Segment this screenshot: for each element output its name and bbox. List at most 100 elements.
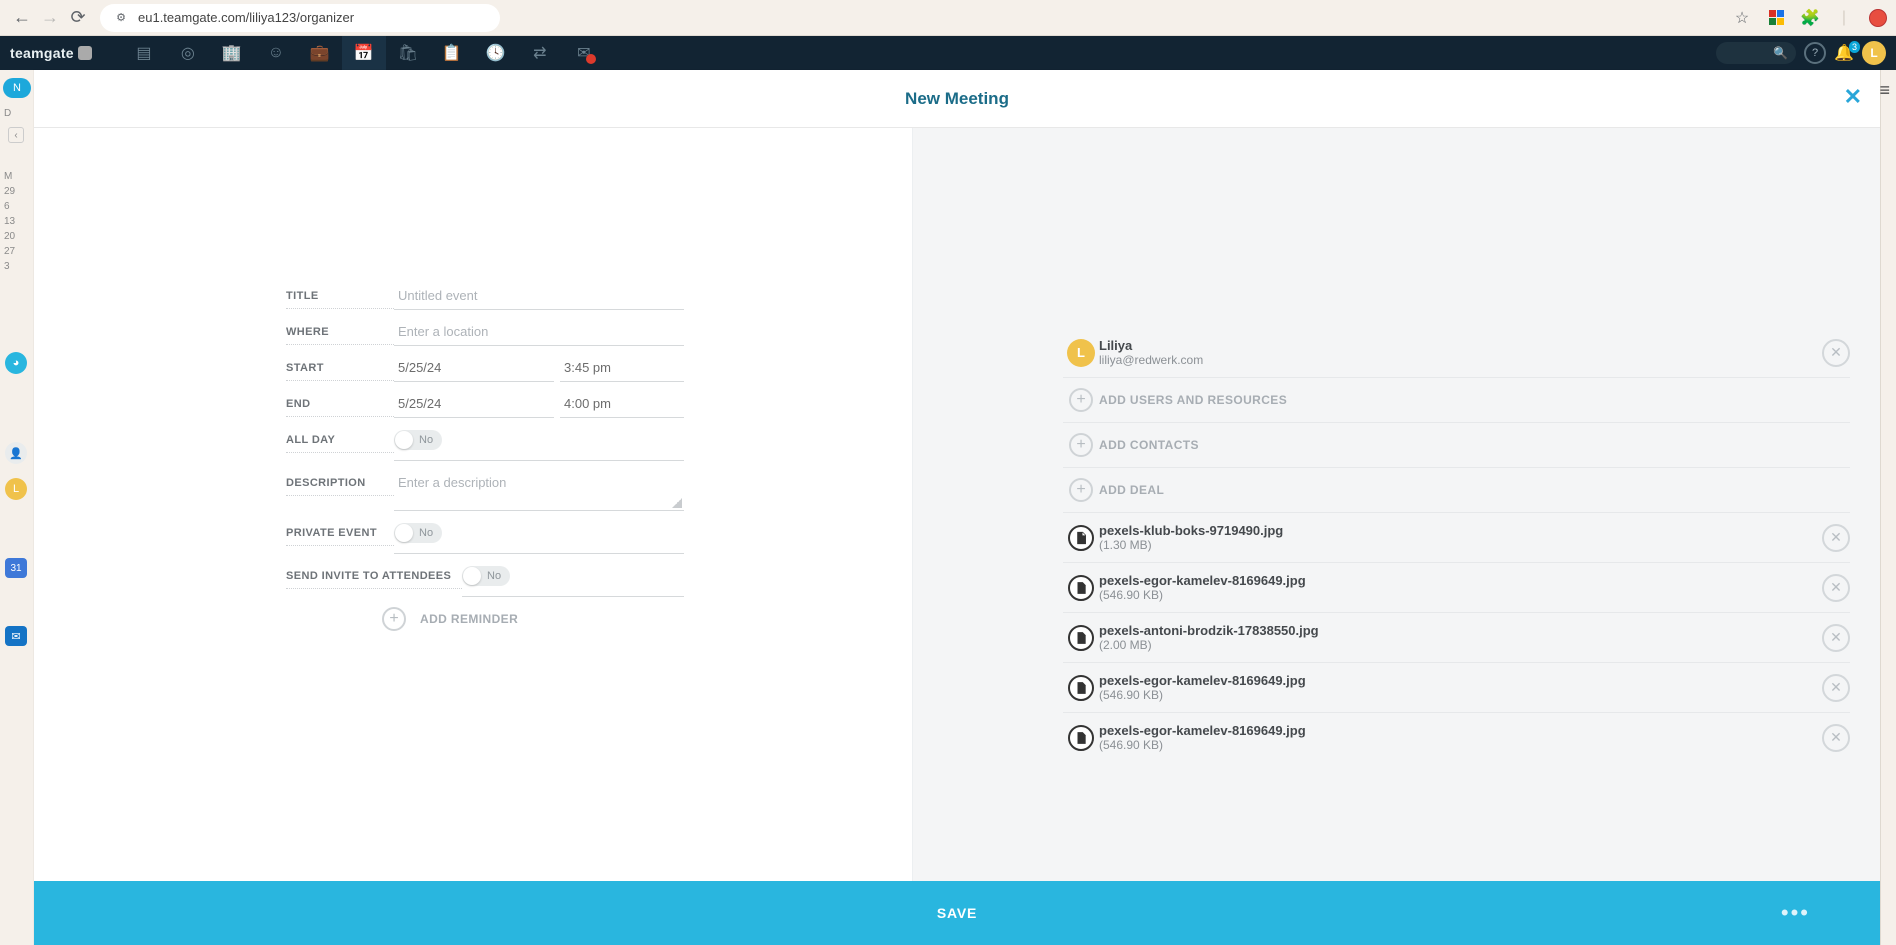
attachment-name: pexels-klub-boks-9719490.jpg <box>1099 523 1822 538</box>
people-chip-icon[interactable]: 👤 <box>5 442 27 464</box>
start-time-input[interactable]: 3:45 pm <box>560 354 684 382</box>
label-allday: ALL DAY <box>286 426 394 453</box>
nav-calendar-icon[interactable]: 📅 <box>342 36 386 70</box>
remove-attachment-button[interactable]: ✕ <box>1822 524 1850 552</box>
nav-target-icon[interactable]: ◎ <box>166 36 210 70</box>
attachment-icon <box>1068 625 1094 651</box>
add-contacts-button[interactable]: + ADD CONTACTS <box>1063 423 1850 468</box>
under-left-strip: N D ‹ M 29 6 13 20 27 3 ◕ 👤 L 31 ✉ <box>0 70 34 945</box>
form-pane: TITLE Untitled event WHERE Enter a locat… <box>34 128 912 881</box>
end-date-input[interactable]: 5/25/24 <box>394 390 554 418</box>
attachment-name: pexels-egor-kamelev-8169649.jpg <box>1099 723 1822 738</box>
hamburger-icon[interactable]: ≡ <box>1879 80 1890 101</box>
new-meeting-modal: New Meeting ✕ TITLE Untitled event WHERE… <box>34 70 1880 945</box>
star-icon[interactable]: ☆ <box>1732 8 1752 28</box>
label-description: DESCRIPTION <box>286 469 394 496</box>
reload-button[interactable]: ⟳ <box>64 4 92 32</box>
extensions-icon[interactable]: 🧩 <box>1800 8 1820 28</box>
under-day-label: D <box>0 106 34 121</box>
app-logo[interactable]: teamgate <box>10 45 92 61</box>
cal-row: 20 <box>0 229 34 244</box>
remove-attachment-button[interactable]: ✕ <box>1822 574 1850 602</box>
side-pane: L Liliya liliya@redwerk.com ✕ + ADD USER… <box>912 128 1880 881</box>
separator-icon: | <box>1834 8 1854 28</box>
add-users-button[interactable]: + ADD USERS AND RESOURCES <box>1063 378 1850 423</box>
remove-attendee-button[interactable]: ✕ <box>1822 339 1850 367</box>
start-date-input[interactable]: 5/25/24 <box>394 354 554 382</box>
nav-briefcase-icon[interactable]: 💼 <box>298 36 342 70</box>
nav-people-icon[interactable]: ☺ <box>254 36 298 70</box>
team-chip-icon[interactable]: ◕ <box>5 352 27 374</box>
allday-toggle[interactable]: No <box>394 430 442 450</box>
close-button[interactable]: ✕ <box>1844 84 1862 110</box>
under-right-strip: ≡ <box>1880 70 1896 945</box>
cal-row: 3 <box>0 259 34 274</box>
label-start: START <box>286 354 394 381</box>
location-input[interactable]: Enter a location <box>394 318 684 346</box>
site-info-icon[interactable]: ⚙ <box>112 9 130 27</box>
forward-button[interactable]: → <box>36 4 64 32</box>
attachment-size: (1.30 MB) <box>1099 538 1822 552</box>
attachment-size: (546.90 KB) <box>1099 738 1822 752</box>
new-event-button[interactable]: N <box>3 78 31 98</box>
nav-dashboard-icon[interactable]: ▤ <box>122 36 166 70</box>
title-input[interactable]: Untitled event <box>394 282 684 310</box>
plus-icon: + <box>382 607 406 631</box>
help-button[interactable]: ? <box>1804 42 1826 64</box>
attachment-row: pexels-egor-kamelev-8169649.jpg(546.90 K… <box>1063 713 1850 762</box>
plus-icon: + <box>1069 388 1093 412</box>
attachment-size: (2.00 MB) <box>1099 638 1822 652</box>
modal-header: New Meeting ✕ <box>34 70 1880 128</box>
nav-clock-icon[interactable]: 🕓 <box>474 36 518 70</box>
attachment-row: pexels-antoni-brodzik-17838550.jpg(2.00 … <box>1063 613 1850 663</box>
description-input[interactable]: Enter a description <box>394 469 684 511</box>
attachment-row: pexels-egor-kamelev-8169649.jpg(546.90 K… <box>1063 563 1850 613</box>
notif-dot-icon <box>586 54 596 64</box>
back-button[interactable]: ← <box>8 4 36 32</box>
nav-clipboard-icon[interactable]: 📋 <box>430 36 474 70</box>
address-bar[interactable]: ⚙ eu1.teamgate.com/liliya123/organizer <box>100 4 500 32</box>
google-calendar-icon[interactable]: 31 <box>5 558 27 578</box>
save-bar: SAVE ••• <box>34 881 1880 945</box>
prev-button[interactable]: ‹ <box>8 127 24 143</box>
search-input[interactable]: 🔍 <box>1716 42 1796 64</box>
modal-title: New Meeting <box>905 89 1009 109</box>
label-title: TITLE <box>286 282 394 309</box>
end-time-input[interactable]: 4:00 pm <box>560 390 684 418</box>
add-reminder-button[interactable]: + ADD REMINDER <box>382 607 912 631</box>
save-button[interactable]: SAVE <box>937 905 977 921</box>
todoist-icon[interactable] <box>1868 8 1888 28</box>
attachment-row: pexels-egor-kamelev-8169649.jpg(546.90 K… <box>1063 663 1850 713</box>
user-avatar[interactable]: L <box>1862 41 1886 65</box>
attachment-icon <box>1068 725 1094 751</box>
attachment-icon <box>1068 525 1094 551</box>
remove-attachment-button[interactable]: ✕ <box>1822 624 1850 652</box>
more-button[interactable]: ••• <box>1781 900 1810 926</box>
nav-mail-icon[interactable]: ✉ <box>562 36 606 70</box>
outlook-icon[interactable]: ✉ <box>5 626 27 646</box>
attachment-icon <box>1068 675 1094 701</box>
attachment-icon <box>1068 575 1094 601</box>
logo-mark-icon <box>78 46 92 60</box>
notifications-button[interactable]: 🔔3 <box>1834 43 1854 63</box>
attachment-row: pexels-klub-boks-9719490.jpg(1.30 MB) ✕ <box>1063 513 1850 563</box>
send-invite-toggle[interactable]: No <box>462 566 510 586</box>
nav-company-icon[interactable]: 🏢 <box>210 36 254 70</box>
remove-attachment-button[interactable]: ✕ <box>1822 724 1850 752</box>
attachment-name: pexels-egor-kamelev-8169649.jpg <box>1099 573 1822 588</box>
label-send-invite: SEND INVITE TO ATTENDEES <box>286 562 462 589</box>
qr-icon[interactable] <box>1766 8 1786 28</box>
cal-row: 27 <box>0 244 34 259</box>
label-where: WHERE <box>286 318 394 345</box>
private-toggle[interactable]: No <box>394 523 442 543</box>
remove-attachment-button[interactable]: ✕ <box>1822 674 1850 702</box>
user-chip-avatar[interactable]: L <box>5 478 27 500</box>
add-deal-button[interactable]: + ADD DEAL <box>1063 468 1850 513</box>
nav-workflow-icon[interactable]: ⇄ <box>518 36 562 70</box>
label-end: END <box>286 390 394 417</box>
cal-row: 13 <box>0 214 34 229</box>
browser-toolbar: ← → ⟳ ⚙ eu1.teamgate.com/liliya123/organ… <box>0 0 1896 36</box>
attendee-avatar: L <box>1067 339 1095 367</box>
page-body: N D ‹ M 29 6 13 20 27 3 ◕ 👤 L 31 ✉ ≡ New… <box>0 70 1896 945</box>
nav-bag-icon[interactable]: 🛍 <box>386 36 430 70</box>
